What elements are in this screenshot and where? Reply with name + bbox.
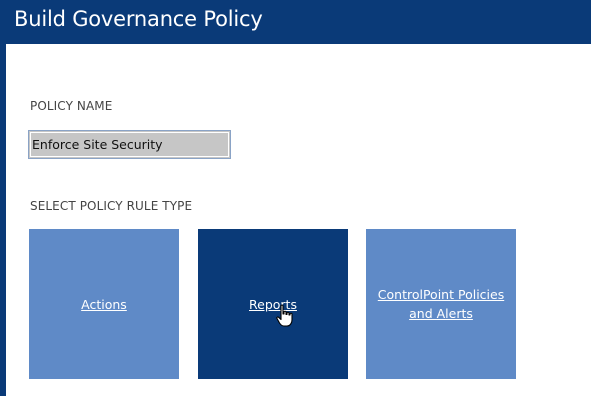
controlpoint-policies-link[interactable]: ControlPoint Policies and Alerts bbox=[376, 285, 506, 323]
hand-pointer-icon bbox=[276, 304, 293, 327]
actions-link[interactable]: Actions bbox=[81, 295, 127, 314]
rule-type-label: SELECT POLICY RULE TYPE bbox=[30, 199, 193, 213]
policy-name-label: POLICY NAME bbox=[30, 99, 113, 113]
policy-form-panel: POLICY NAME SELECT POLICY RULE TYPE Acti… bbox=[6, 44, 591, 396]
policy-name-input[interactable] bbox=[28, 130, 231, 159]
page-title: Build Governance Policy bbox=[14, 7, 263, 31]
controlpoint-policies-tile[interactable]: ControlPoint Policies and Alerts bbox=[366, 229, 516, 379]
title-bar: Build Governance Policy bbox=[0, 0, 591, 44]
reports-tile[interactable]: Reports bbox=[198, 229, 348, 379]
actions-tile[interactable]: Actions bbox=[29, 229, 179, 379]
